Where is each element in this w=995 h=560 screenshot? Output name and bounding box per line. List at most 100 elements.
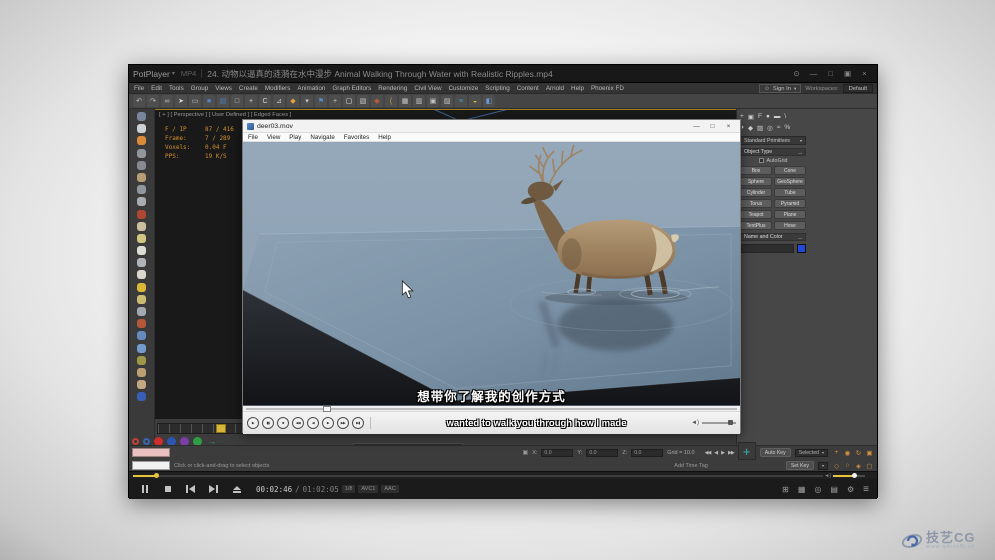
animation-transport-button[interactable]: ◀	[714, 450, 717, 456]
mpc-transport-button[interactable]: ▶▶	[337, 417, 349, 429]
max-toolbar-icon[interactable]: ⊿	[273, 95, 285, 107]
shelf-tool-icon[interactable]	[137, 149, 146, 158]
video-frame[interactable]: FileEditToolsGroupViewsCreateModifiersAn…	[129, 83, 877, 471]
panel-tab-icon[interactable]: F	[758, 113, 762, 120]
y-coordinate-field[interactable]: 0.0	[586, 449, 618, 457]
object-name-field[interactable]	[740, 244, 794, 253]
shelf-tool-icon[interactable]	[137, 234, 146, 243]
max-toolbar-icon[interactable]: +	[329, 95, 341, 107]
panel-tab-icon[interactable]: ▬	[774, 113, 781, 120]
max-toolbar-icon[interactable]: (	[385, 95, 397, 107]
max-toolbar-icon[interactable]: ■	[203, 95, 215, 107]
shelf-tool-icon[interactable]	[137, 185, 146, 194]
max-menu-item[interactable]: Tools	[169, 85, 184, 92]
maximize-icon[interactable]: □	[705, 121, 720, 132]
max-toolbar-icon[interactable]: ▾	[301, 95, 313, 107]
max-menu-item[interactable]: Create	[239, 85, 258, 92]
shelf-tool-icon[interactable]	[137, 392, 146, 401]
previous-button[interactable]	[179, 479, 202, 499]
max-toolbar-icon[interactable]: C	[259, 95, 271, 107]
pause-button[interactable]	[133, 479, 156, 499]
shelf-tool-icon[interactable]	[137, 270, 146, 279]
primitive-button[interactable]: TextPlus	[740, 221, 772, 230]
playlist-menu-icon[interactable]: ≡	[863, 484, 869, 495]
shelf-tool-icon[interactable]	[137, 283, 146, 292]
maximize-icon[interactable]: □	[822, 66, 839, 82]
mpc-transport-button[interactable]: ■	[277, 417, 289, 429]
volume-thumb[interactable]	[728, 420, 733, 425]
max-menu-item[interactable]: Customize	[449, 85, 479, 92]
auto-key-button[interactable]: Auto Key	[760, 448, 791, 457]
max-toolbar-icon[interactable]: ≡	[455, 95, 467, 107]
seek-track[interactable]	[133, 475, 823, 477]
viewport-nav-icon[interactable]: ◉	[843, 449, 852, 457]
shelf-tool-icon[interactable]	[137, 197, 146, 206]
max-menu-item[interactable]: Phoenix FD	[591, 85, 624, 92]
shelf-tool-icon[interactable]	[137, 331, 146, 340]
max-menu-item[interactable]: Arnold	[546, 85, 564, 92]
close-icon[interactable]: ×	[721, 121, 736, 132]
max-menu-item[interactable]: Edit	[151, 85, 162, 92]
minimize-icon[interactable]: —	[805, 66, 822, 82]
max-toolbar-icon[interactable]: □	[231, 95, 243, 107]
primitive-button[interactable]: Pyramid	[774, 199, 806, 208]
viewport-nav-icon[interactable]: ▢	[865, 462, 874, 470]
primitive-category-dropdown[interactable]: Standard Primitives ▾	[740, 136, 806, 145]
minimize-icon[interactable]: —	[689, 121, 704, 132]
primitive-button[interactable]: Torus	[740, 199, 772, 208]
max-menu-item[interactable]: File	[134, 85, 144, 92]
max-menu-item[interactable]: Modifiers	[265, 85, 291, 92]
potplayer-titlebar[interactable]: PotPlayer ▾ MP4 24. 动物以逼真的涟漪在水中漫步 Animal…	[129, 65, 877, 83]
shelf-tool-icon[interactable]	[137, 173, 146, 182]
primitive-button[interactable]: GeoSphere	[774, 177, 806, 186]
max-menu-item[interactable]: Help	[571, 85, 584, 92]
mpc-transport-button[interactable]: ▶	[247, 417, 259, 429]
shelf-tool-icon[interactable]	[137, 344, 146, 353]
mpc-menu-item[interactable]: Play	[289, 134, 301, 141]
mpc-transport-button[interactable]: ▮▮	[262, 417, 274, 429]
panel-tab-icon[interactable]: ▣	[748, 113, 754, 121]
shelf-tool-icon[interactable]	[137, 356, 146, 365]
sign-in-button[interactable]: ☺ Sign In ▾	[759, 84, 801, 93]
max-menu-item[interactable]: Content	[517, 85, 539, 92]
stop-button[interactable]	[156, 479, 179, 499]
max-toolbar-icon[interactable]: +	[245, 95, 257, 107]
potplayer-seekbar[interactable]: ◄)	[129, 471, 877, 479]
shelf-tool-icon[interactable]	[137, 307, 146, 316]
max-toolbar-icon[interactable]: ↷	[147, 95, 159, 107]
key-filters-dropdown[interactable]: ▾	[818, 462, 828, 470]
max-toolbar-icon[interactable]: ▦	[399, 95, 411, 107]
autogrid-checkbox[interactable]	[759, 158, 764, 163]
settings-icon[interactable]: ⚙	[847, 485, 854, 494]
speaker-icon[interactable]: ◄)	[691, 420, 699, 426]
device-icon[interactable]: ▤	[830, 485, 838, 494]
panel-tab-icon[interactable]: \	[784, 113, 786, 120]
viewport-nav-icon[interactable]: ◇	[832, 462, 841, 470]
shelf-tool-icon[interactable]	[137, 136, 146, 145]
max-menu-item[interactable]: Group	[191, 85, 209, 92]
volume-slider[interactable]	[702, 422, 736, 424]
max-menu-item[interactable]: Animation	[297, 85, 325, 92]
potplayer-app-menu[interactable]: PotPlayer	[133, 69, 170, 79]
object-type-rollout[interactable]: Object Type —	[740, 148, 806, 156]
pin-on-top-icon[interactable]: ⊙	[788, 66, 805, 82]
add-time-tag[interactable]: Add Time Tag	[674, 463, 708, 469]
create-category-icon[interactable]: ≈	[777, 124, 781, 131]
shelf-tool-icon[interactable]	[137, 295, 146, 304]
primitive-button[interactable]: Cone	[774, 166, 806, 175]
mpc-menu-item[interactable]: Navigate	[310, 134, 334, 141]
restore-icon[interactable]: ▣	[839, 66, 856, 82]
mpc-video-area[interactable]: 想带你了解我的创作方式	[243, 142, 740, 406]
primitive-button[interactable]: Cylinder	[740, 188, 772, 197]
max-toolbar-icon[interactable]: ➤	[175, 95, 187, 107]
shelf-tool-icon[interactable]	[137, 368, 146, 377]
max-toolbar-icon[interactable]: ∞	[161, 95, 173, 107]
search-icon[interactable]: ◎	[814, 485, 821, 494]
x-coordinate-field[interactable]: 0.0	[541, 449, 573, 457]
shelf-tool-icon[interactable]	[137, 380, 146, 389]
selected-filter-dropdown[interactable]: Selected▾	[795, 449, 828, 457]
create-category-icon[interactable]: ◆	[748, 124, 753, 132]
maxscript-listener-output[interactable]	[132, 448, 170, 457]
animation-transport-button[interactable]: ◀◀	[705, 450, 711, 456]
max-toolbar-icon[interactable]: ▭	[189, 95, 201, 107]
